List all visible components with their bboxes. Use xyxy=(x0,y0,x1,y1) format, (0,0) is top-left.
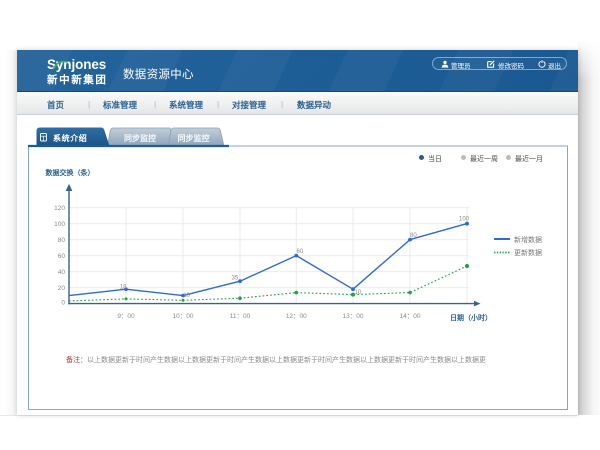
svg-text:20: 20 xyxy=(58,285,66,292)
svg-text:100: 100 xyxy=(54,221,65,228)
svg-text:12：00: 12：00 xyxy=(286,313,307,320)
svg-text:10: 10 xyxy=(355,290,362,296)
svg-text:120: 120 xyxy=(54,205,65,212)
svg-text:13：00: 13：00 xyxy=(343,313,364,320)
svg-text:80: 80 xyxy=(58,237,66,244)
svg-text:60: 60 xyxy=(297,249,304,255)
svg-text:100: 100 xyxy=(459,216,470,222)
svg-text:10：00: 10：00 xyxy=(173,313,194,320)
svg-text:9：00: 9：00 xyxy=(117,313,135,320)
svg-text:35: 35 xyxy=(232,275,239,281)
svg-text:18: 18 xyxy=(120,285,127,291)
svg-text:0: 0 xyxy=(61,299,65,306)
svg-text:80: 80 xyxy=(410,233,417,239)
svg-text:60: 60 xyxy=(58,253,66,260)
svg-text:40: 40 xyxy=(58,269,66,276)
svg-text:14：00: 14：00 xyxy=(400,313,421,320)
svg-text:11：00: 11：00 xyxy=(230,313,251,320)
svg-text:10: 10 xyxy=(183,293,190,299)
